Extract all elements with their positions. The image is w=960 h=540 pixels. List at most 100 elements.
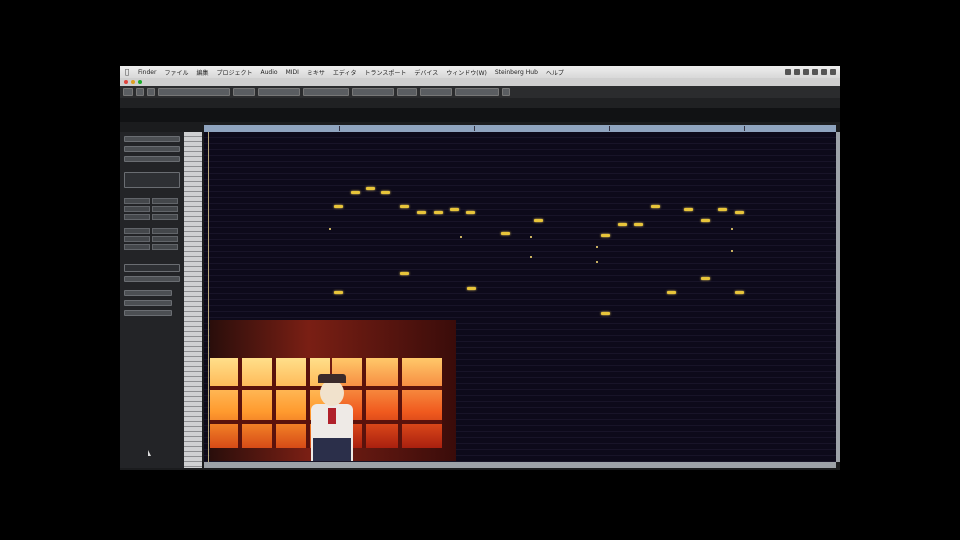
note-marker[interactable] [460, 236, 462, 238]
midi-note[interactable] [651, 205, 660, 208]
inspector-field[interactable] [124, 172, 180, 188]
midi-note[interactable] [735, 211, 744, 214]
midi-note[interactable] [466, 211, 475, 214]
inspector-button[interactable] [124, 236, 150, 242]
character-skirt [313, 438, 351, 461]
note-marker[interactable] [731, 228, 733, 230]
midi-note[interactable] [400, 205, 409, 208]
character-scarf [328, 408, 336, 424]
inspector-button[interactable] [152, 206, 178, 212]
track-header [120, 108, 840, 122]
note-marker[interactable] [329, 228, 331, 230]
toolbar-dropdown[interactable] [420, 88, 452, 96]
battery-icon[interactable] [812, 69, 818, 75]
inspector-button[interactable] [152, 236, 178, 242]
inspector-field[interactable] [124, 276, 180, 282]
inspector-button[interactable] [124, 198, 150, 204]
midi-note[interactable] [534, 219, 543, 222]
wifi-icon[interactable] [803, 69, 809, 75]
midi-note[interactable] [667, 291, 676, 294]
midi-note[interactable] [501, 232, 510, 235]
menu-item[interactable]: トランスポート [361, 68, 411, 77]
menu-item[interactable]: プロジェクト [212, 68, 256, 77]
minimize-icon[interactable] [131, 80, 135, 84]
toolbar-field[interactable] [258, 88, 300, 96]
midi-note[interactable] [334, 205, 343, 208]
midi-note[interactable] [366, 187, 375, 190]
midi-note[interactable] [634, 223, 643, 226]
timeline-ruler[interactable] [204, 125, 836, 132]
menu-item[interactable]: Steinberg Hub [491, 69, 542, 76]
menu-item[interactable]: Audio [257, 69, 282, 76]
inspector-button[interactable] [124, 310, 172, 316]
toolbar-button[interactable] [502, 88, 510, 96]
zoom-icon[interactable] [138, 80, 142, 84]
menu-item[interactable]: ファイル [160, 68, 192, 77]
midi-note[interactable] [718, 208, 727, 211]
toolbar-dropdown[interactable] [158, 88, 230, 96]
note-marker[interactable] [731, 250, 733, 252]
toolbar-button[interactable] [136, 88, 144, 96]
piano-keyboard[interactable] [184, 132, 202, 468]
midi-note[interactable] [381, 191, 390, 194]
toolbar-field[interactable] [303, 88, 349, 96]
horizontal-scrollbar[interactable] [204, 462, 836, 468]
toolbar-button[interactable] [397, 88, 417, 96]
menu-item[interactable]: Finder [134, 69, 160, 76]
search-icon[interactable] [821, 69, 827, 75]
midi-note[interactable] [417, 211, 426, 214]
inspector-button[interactable] [124, 228, 150, 234]
menu-item[interactable]: 編集 [192, 68, 212, 77]
midi-note[interactable] [467, 287, 476, 290]
info-line [120, 98, 840, 108]
inspector-button[interactable] [124, 136, 180, 142]
close-icon[interactable] [124, 80, 128, 84]
apple-icon[interactable]:  [120, 68, 134, 76]
inspector-button[interactable] [124, 290, 172, 296]
toolbar-button[interactable] [123, 88, 133, 96]
inspector-field[interactable] [124, 264, 180, 272]
vertical-scrollbar[interactable] [836, 132, 840, 462]
midi-note[interactable] [735, 291, 744, 294]
playback-cursor[interactable] [208, 132, 209, 462]
inspector-button[interactable] [152, 198, 178, 204]
inspector-button[interactable] [152, 244, 178, 250]
note-marker[interactable] [530, 236, 532, 238]
notification-icon[interactable] [830, 69, 836, 75]
toolbar-dropdown[interactable] [455, 88, 499, 96]
midi-note[interactable] [434, 211, 443, 214]
inspector-button[interactable] [124, 206, 150, 212]
midi-note[interactable] [450, 208, 459, 211]
menu-item[interactable]: MIDI [282, 69, 303, 76]
note-marker[interactable] [530, 256, 532, 258]
status-icon[interactable] [785, 69, 791, 75]
menu-item[interactable]: ウィンドウ(W) [442, 68, 491, 77]
inspector-button[interactable] [124, 156, 180, 162]
note-marker[interactable] [596, 246, 598, 248]
midi-note[interactable] [701, 219, 710, 222]
inspector-button[interactable] [124, 146, 180, 152]
inspector-button[interactable] [124, 300, 172, 306]
menu-item[interactable]: ヘルプ [542, 68, 568, 77]
midi-note[interactable] [601, 312, 610, 315]
character-head [320, 380, 344, 406]
menu-item[interactable]: ミキサ [303, 68, 329, 77]
inspector-button[interactable] [152, 214, 178, 220]
midi-note[interactable] [351, 191, 360, 194]
midi-note[interactable] [684, 208, 693, 211]
midi-note[interactable] [701, 277, 710, 280]
status-icon[interactable] [794, 69, 800, 75]
midi-note[interactable] [618, 223, 627, 226]
toolbar-dropdown[interactable] [233, 88, 255, 96]
note-marker[interactable] [596, 261, 598, 263]
inspector-button[interactable] [124, 214, 150, 220]
menu-item[interactable]: デバイス [410, 68, 442, 77]
toolbar-field[interactable] [352, 88, 394, 96]
inspector-button[interactable] [124, 244, 150, 250]
toolbar-button[interactable] [147, 88, 155, 96]
inspector-button[interactable] [152, 228, 178, 234]
midi-note[interactable] [601, 234, 610, 237]
midi-note[interactable] [334, 291, 343, 294]
midi-note[interactable] [400, 272, 409, 275]
menu-item[interactable]: エディタ [329, 68, 361, 77]
